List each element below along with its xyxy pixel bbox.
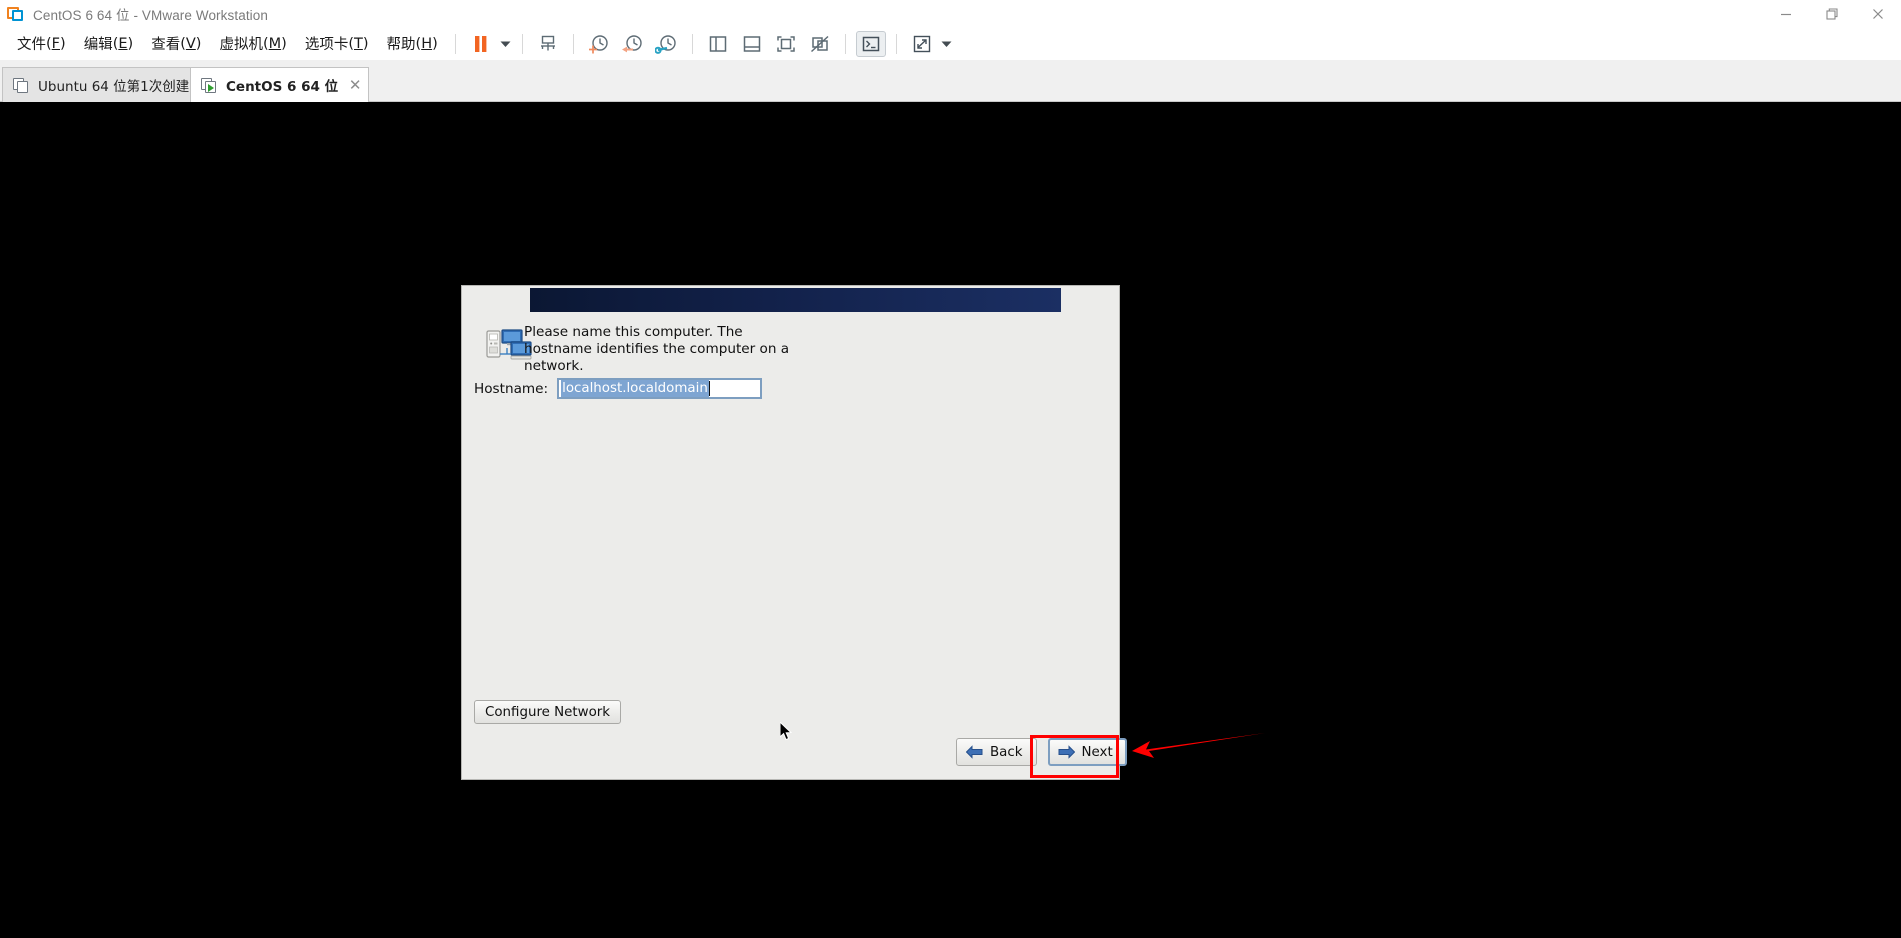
fit-guest-icon [777, 35, 795, 52]
anaconda-hostname-dialog: Please name this computer. The hostname … [461, 285, 1127, 780]
menu-file-label: 文件 [17, 37, 46, 53]
arrow-left-icon [966, 745, 983, 759]
arrow-right-icon [1058, 745, 1075, 759]
vm-stopped-icon [13, 77, 30, 93]
console-terminal-button[interactable] [855, 30, 886, 57]
dialog-description: Please name this computer. The hostname … [524, 324, 790, 374]
take-snapshot-button[interactable] [584, 31, 614, 57]
hostname-label: Hostname: [474, 380, 549, 397]
dialog-navigation: Back Next [956, 738, 1127, 766]
tab-centos[interactable]: CentOS 6 64 位 ✕ [190, 67, 370, 102]
panel-left-icon [709, 35, 727, 52]
toolbar-divider-2 [521, 33, 523, 54]
restore-button[interactable] [1809, 0, 1855, 27]
menu-tabs-label: 选项卡 [304, 37, 349, 53]
hide-console-view-button[interactable] [805, 31, 835, 57]
tab-ubuntu-label: Ubuntu 64 位第1次创建 [38, 79, 190, 95]
power-dropdown[interactable] [498, 40, 514, 48]
menu-view-label: 查看 [151, 37, 181, 53]
chevron-down-icon [941, 41, 952, 47]
suspend-button[interactable] [466, 31, 496, 57]
menu-edit[interactable]: 编辑(E) [75, 32, 143, 56]
hostname-input-value: localhost.localdomain [561, 380, 709, 397]
installer-banner [530, 288, 1061, 312]
title-bar: CentOS 6 64 位 - VMware Workstation [0, 0, 1901, 27]
menu-edit-label: 编辑 [83, 37, 113, 53]
window-title: CentOS 6 64 位 - VMware Workstation [33, 7, 268, 23]
fullscreen-dropdown[interactable] [939, 40, 955, 48]
text-caret [708, 381, 710, 396]
snapshot-manager-button[interactable] [652, 31, 682, 57]
fullscreen-button[interactable] [907, 31, 937, 57]
close-button[interactable] [1855, 0, 1901, 27]
tab-centos-label: CentOS 6 64 位 [226, 79, 339, 95]
next-button[interactable]: Next [1047, 738, 1127, 766]
vmware-logo-icon [7, 5, 24, 22]
vm-running-icon [201, 77, 218, 93]
back-button-label: Back [990, 744, 1023, 760]
clock-plus-icon [588, 34, 608, 53]
hostname-input[interactable]: localhost.localdomain [557, 378, 763, 399]
vm-console-screen[interactable]: Please name this computer. The hostname … [0, 102, 1901, 938]
terminal-icon [862, 36, 880, 51]
network-device-icon [540, 35, 555, 50]
menu-file-accel: F [51, 35, 61, 52]
panel-bottom-icon [743, 35, 761, 52]
fit-guest-off-icon [810, 35, 829, 52]
pause-icon [474, 35, 487, 52]
next-button-label: Next [1081, 744, 1113, 760]
menu-vm[interactable]: 虚拟机(M) [210, 32, 295, 56]
tab-strip: Ubuntu 64 位第1次创建 ✕ CentOS 6 64 位 ✕ [0, 60, 1901, 102]
minimize-button[interactable] [1763, 0, 1809, 27]
menu-view-accel: V [185, 35, 196, 52]
toolbar-divider-6 [895, 33, 897, 54]
tab-ubuntu[interactable]: Ubuntu 64 位第1次创建 ✕ [2, 67, 221, 102]
show-thumbnails-button[interactable] [737, 31, 767, 57]
menu-help-accel: H [421, 35, 433, 52]
tab-centos-close-icon[interactable]: ✕ [348, 76, 362, 94]
menu-tabs-accel: T [354, 35, 363, 52]
menu-vm-label: 虚拟机 [219, 37, 263, 53]
chevron-down-icon [500, 41, 511, 47]
mouse-cursor [779, 720, 793, 741]
menu-edit-accel: E [118, 35, 128, 52]
show-library-button[interactable] [703, 31, 733, 57]
toolbar-divider [454, 33, 456, 54]
menu-view[interactable]: 查看(V) [142, 32, 210, 56]
menu-file[interactable]: 文件(F) [8, 32, 75, 56]
revert-snapshot-button[interactable] [618, 31, 648, 57]
menu-help-label: 帮助 [386, 37, 416, 53]
toolbar-divider-5 [844, 33, 846, 54]
menu-tabs[interactable]: 选项卡(T) [296, 32, 378, 56]
toolbar-divider-3 [572, 33, 574, 54]
menu-help[interactable]: 帮助(H) [378, 32, 447, 56]
manage-vm-button[interactable] [533, 31, 563, 57]
fullscreen-icon [913, 35, 930, 52]
window-controls [1763, 0, 1901, 27]
back-button[interactable]: Back [956, 738, 1037, 766]
menu-vm-accel: M [268, 35, 282, 52]
clock-wrench-icon [654, 34, 676, 54]
annotation-arrow-icon [1120, 727, 1265, 767]
vmware-workstation-window: CentOS 6 64 位 - VMware Workstation 文件(F) [0, 0, 1901, 938]
toolbar-divider-4 [691, 33, 693, 54]
clock-back-icon [621, 34, 642, 52]
show-console-view-button[interactable] [771, 31, 801, 57]
hostname-row: Hostname: localhost.localdomain [474, 378, 763, 399]
menu-toolbar: 文件(F) 编辑(E) 查看(V) 虚拟机(M) 选项卡(T) 帮助(H) [0, 27, 1901, 60]
configure-network-button[interactable]: Configure Network [474, 700, 622, 724]
